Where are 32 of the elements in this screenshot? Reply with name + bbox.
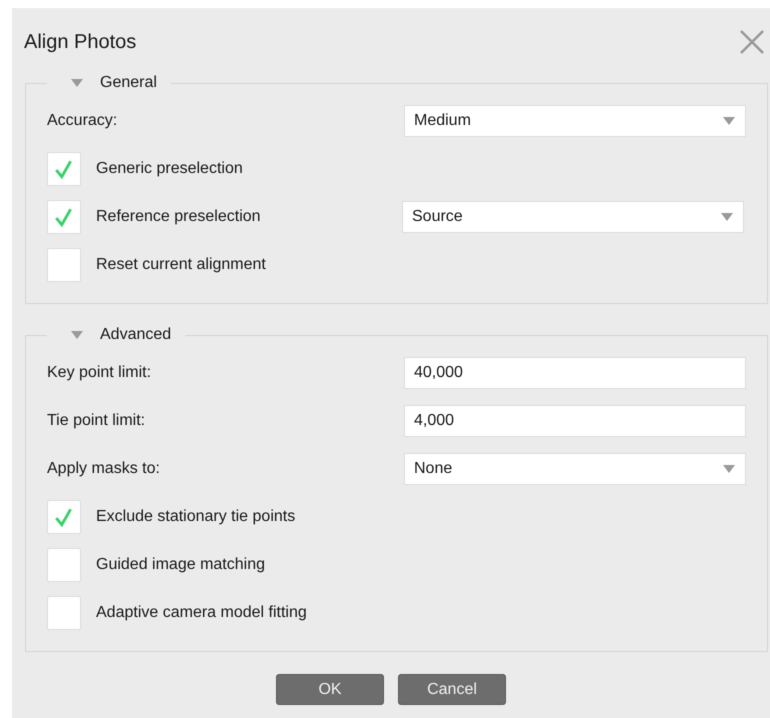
section-title: Advanced: [100, 326, 172, 344]
collapse-arrow-icon[interactable]: [71, 79, 83, 87]
checkbox[interactable]: [47, 500, 81, 534]
checkbox-label: Reset current alignment: [96, 256, 267, 274]
checkbox[interactable]: [47, 248, 81, 282]
checkbox-label: Generic preselection: [96, 160, 244, 178]
checkbox-label: Adaptive camera model fitting: [96, 604, 308, 622]
dropdown[interactable]: Medium: [404, 105, 746, 137]
field-label: Apply masks to:: [47, 460, 161, 478]
dropdown[interactable]: Source: [402, 201, 744, 233]
field-label: Key point limit:: [47, 364, 152, 382]
window-title: Align Photos: [24, 30, 136, 54]
checkbox[interactable]: [47, 548, 81, 582]
input-field[interactable]: 4,000: [404, 405, 746, 437]
checkbox-label: Guided image matching: [96, 556, 266, 574]
dialog-button[interactable]: OK: [276, 674, 384, 705]
collapse-arrow-icon[interactable]: [71, 331, 83, 339]
dropdown-arrow-icon: [721, 213, 733, 221]
section-title: General: [100, 74, 157, 92]
field-label: Tie point limit:: [47, 412, 146, 430]
dropdown-arrow-icon: [723, 465, 735, 473]
field-label: Accuracy:: [47, 112, 118, 130]
checkbox[interactable]: [47, 200, 81, 234]
dialog-button[interactable]: Cancel: [398, 674, 506, 705]
checkbox[interactable]: [47, 152, 81, 186]
input-field[interactable]: 40,000: [404, 357, 746, 389]
checkbox-label: Reference preselection: [96, 208, 262, 226]
close-icon[interactable]: [738, 28, 766, 56]
checkbox-label: Exclude stationary tie points: [96, 508, 296, 526]
checkbox[interactable]: [47, 596, 81, 630]
dropdown-arrow-icon: [723, 117, 735, 125]
dropdown[interactable]: None: [404, 453, 746, 485]
